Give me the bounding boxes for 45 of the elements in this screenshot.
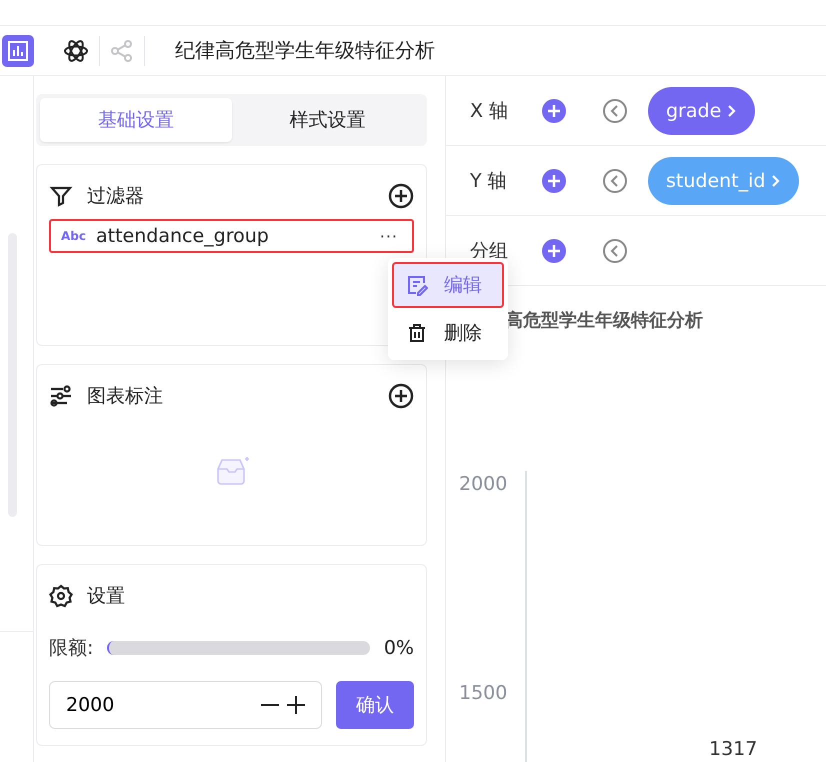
back-icon[interactable] — [602, 168, 628, 194]
edit-icon — [406, 274, 428, 296]
more-button[interactable]: ··· — [374, 226, 404, 246]
filter-item[interactable]: Abc attendance_group ··· — [49, 219, 414, 253]
add-button[interactable] — [542, 98, 566, 122]
card-title: 过滤器 — [87, 184, 145, 209]
gear-icon — [49, 584, 73, 608]
axis-label: Y 轴 — [470, 168, 508, 194]
plus-icon — [547, 244, 561, 258]
chevron-right-icon — [727, 104, 738, 118]
value-label: 1317 — [709, 738, 758, 760]
chart-title: 纪律高危型学生年级特征分析 — [175, 37, 435, 64]
back-icon[interactable] — [602, 238, 628, 264]
axis-label: X 轴 — [470, 98, 510, 124]
y-tick-label: 1500 — [459, 682, 508, 704]
add-icon[interactable] — [388, 383, 414, 409]
settings-tab[interactable]: 样式设置 — [232, 98, 423, 142]
card-title: 设置 — [87, 584, 126, 609]
plus-icon — [286, 695, 306, 715]
sliders-icon — [49, 384, 73, 408]
menu-item[interactable]: 删除 — [392, 310, 504, 356]
plus-icon — [547, 174, 561, 188]
minus-icon — [260, 704, 280, 706]
number-input[interactable]: 2000 — [49, 681, 322, 729]
number-field[interactable]: 2000 — [64, 693, 257, 717]
plus-icon — [547, 104, 561, 118]
back-icon[interactable] — [602, 98, 628, 124]
limit-label: 限额: — [49, 636, 94, 661]
field-pill[interactable]: grade — [648, 86, 756, 134]
card-title: 图表标注 — [87, 384, 164, 409]
percent-reading: 0% — [384, 637, 414, 659]
confirm-button[interactable]: 确认 — [336, 681, 414, 729]
settings-tab[interactable]: 基础设置 — [40, 98, 232, 142]
y-tick-label: 2000 — [459, 473, 508, 495]
chart-app-icon[interactable] — [2, 34, 34, 66]
chevron-right-icon — [771, 174, 782, 188]
menu-item[interactable]: 编辑 — [392, 262, 504, 308]
add-button[interactable] — [542, 238, 566, 262]
filter-icon — [49, 184, 73, 208]
atom-icon[interactable] — [63, 38, 89, 64]
field-name: attendance_group — [96, 225, 270, 247]
add-icon[interactable] — [388, 183, 414, 209]
add-button[interactable] — [542, 168, 566, 192]
type-label: Abc — [61, 229, 86, 243]
trash-icon — [406, 322, 428, 344]
